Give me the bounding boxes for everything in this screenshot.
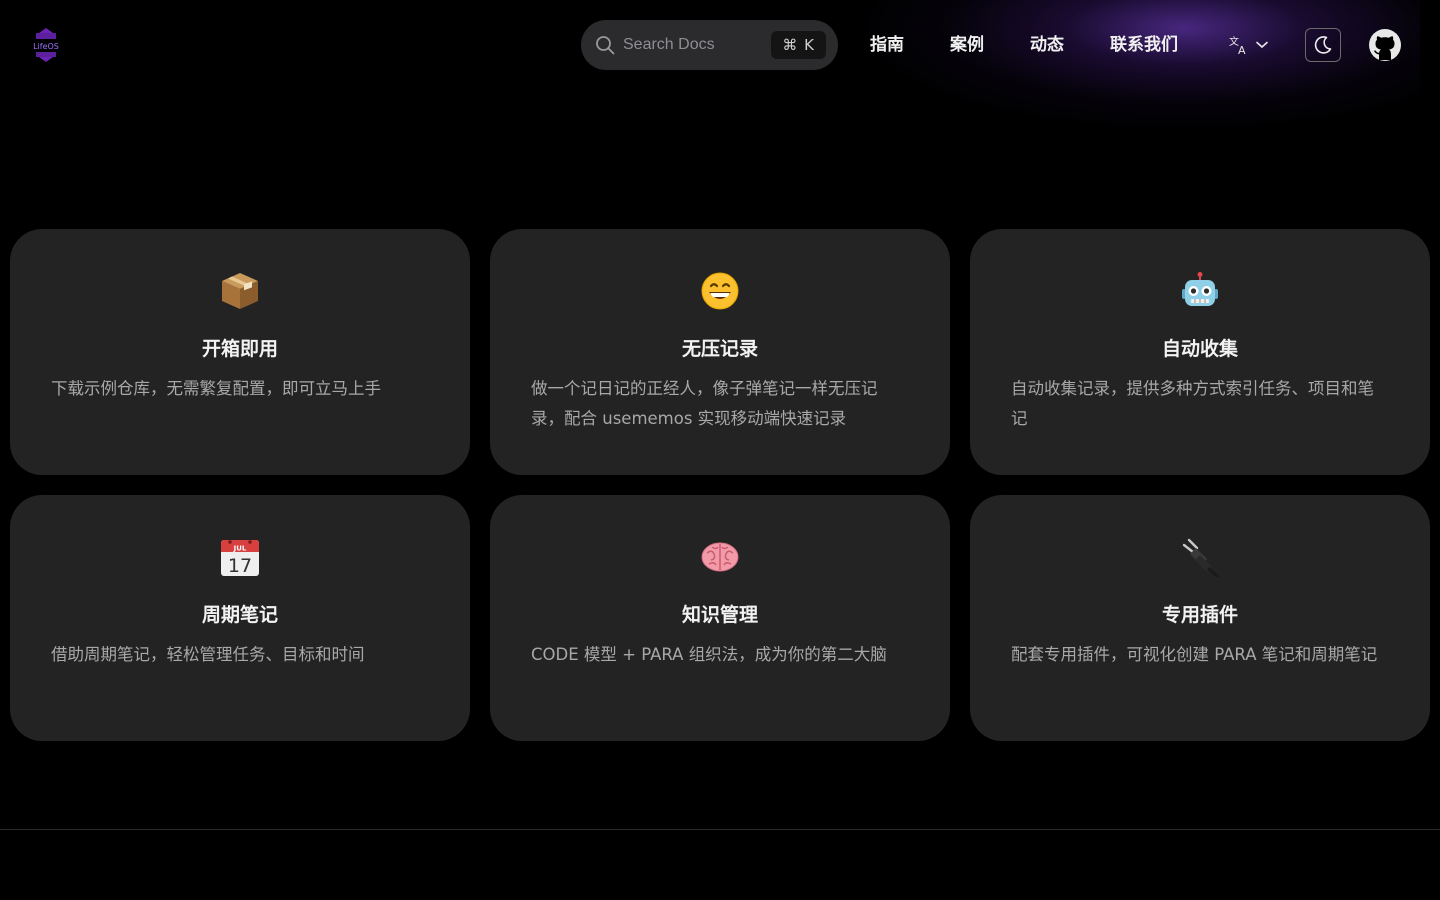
top-nav: LifeOS Search Docs ⌘ K 指南 案例 动态 联系我们 文 A <box>0 0 1440 90</box>
github-link[interactable] <box>1368 28 1402 62</box>
svg-text:A: A <box>1238 44 1246 56</box>
brain-icon <box>490 537 950 581</box>
feature-description: 做一个记日记的正经人，像子弹笔记一样无压记录，配合 usememos 实现移动端… <box>531 379 878 428</box>
feature-card: JUL 17 周期笔记 借助周期笔记，轻松管理任务、目标和时间 <box>10 495 470 741</box>
feature-description: 借助周期笔记，轻松管理任务、目标和时间 <box>51 645 365 664</box>
robot-icon <box>970 271 1430 315</box>
feature-description: 自动收集记录，提供多种方式索引任务、项目和笔记 <box>1011 379 1374 428</box>
feature-title: 专用插件 <box>1161 604 1238 626</box>
calendar-icon: JUL 17 <box>10 537 470 581</box>
feature-title: 自动收集 <box>1161 338 1238 360</box>
search-input[interactable]: Search Docs ⌘ K <box>581 20 838 70</box>
github-icon <box>1369 29 1401 61</box>
site-logo[interactable]: LifeOS <box>28 28 64 62</box>
nav-guide[interactable]: 指南 <box>870 34 904 56</box>
nav-news[interactable]: 动态 <box>1030 34 1064 56</box>
feature-description: 配套专用插件，可视化创建 PARA 笔记和周期笔记 <box>1011 645 1378 664</box>
feature-title: 周期笔记 <box>201 604 278 626</box>
chevron-down-icon <box>1256 41 1268 49</box>
electric-plug-icon <box>970 537 1430 581</box>
svg-text:17: 17 <box>228 555 252 577</box>
theme-toggle-button[interactable] <box>1305 28 1341 62</box>
svg-text:JUL: JUL <box>233 545 247 553</box>
feature-card: 专用插件 配套专用插件，可视化创建 PARA 笔记和周期笔记 <box>970 495 1430 741</box>
language-switcher[interactable]: 文 A <box>1228 33 1270 57</box>
feature-card: 开箱即用 下载示例仓库，无需繁复配置，即可立马上手 <box>10 229 470 475</box>
package-icon <box>10 271 470 315</box>
feature-description: 下载示例仓库，无需繁复配置，即可立马上手 <box>51 379 381 398</box>
feature-card: 自动收集 自动收集记录，提供多种方式索引任务、项目和笔记 <box>970 229 1430 475</box>
search-icon <box>595 35 615 55</box>
translate-icon: 文 A <box>1229 35 1246 56</box>
feature-title: 无压记录 <box>681 338 758 360</box>
feature-title: 开箱即用 <box>201 338 278 360</box>
search-placeholder: Search Docs <box>623 36 715 53</box>
feature-description: CODE 模型 + PARA 组织法，成为你的第二大脑 <box>531 645 887 664</box>
moon-icon <box>1314 36 1332 54</box>
feature-title: 知识管理 <box>681 604 758 626</box>
logo-text: LifeOS <box>33 42 59 51</box>
nav-cases[interactable]: 案例 <box>950 34 984 56</box>
nav-contact[interactable]: 联系我们 <box>1110 34 1178 56</box>
feature-card: 知识管理 CODE 模型 + PARA 组织法，成为你的第二大脑 <box>490 495 950 741</box>
feature-card: 无压记录 做一个记日记的正经人，像子弹笔记一样无压记录，配合 usememos … <box>490 229 950 475</box>
grinning-face-icon <box>490 271 950 315</box>
footer-divider <box>0 829 1440 830</box>
search-shortcut: ⌘ K <box>771 31 826 59</box>
page: LifeOS Search Docs ⌘ K 指南 案例 动态 联系我们 文 A… <box>0 0 1440 900</box>
